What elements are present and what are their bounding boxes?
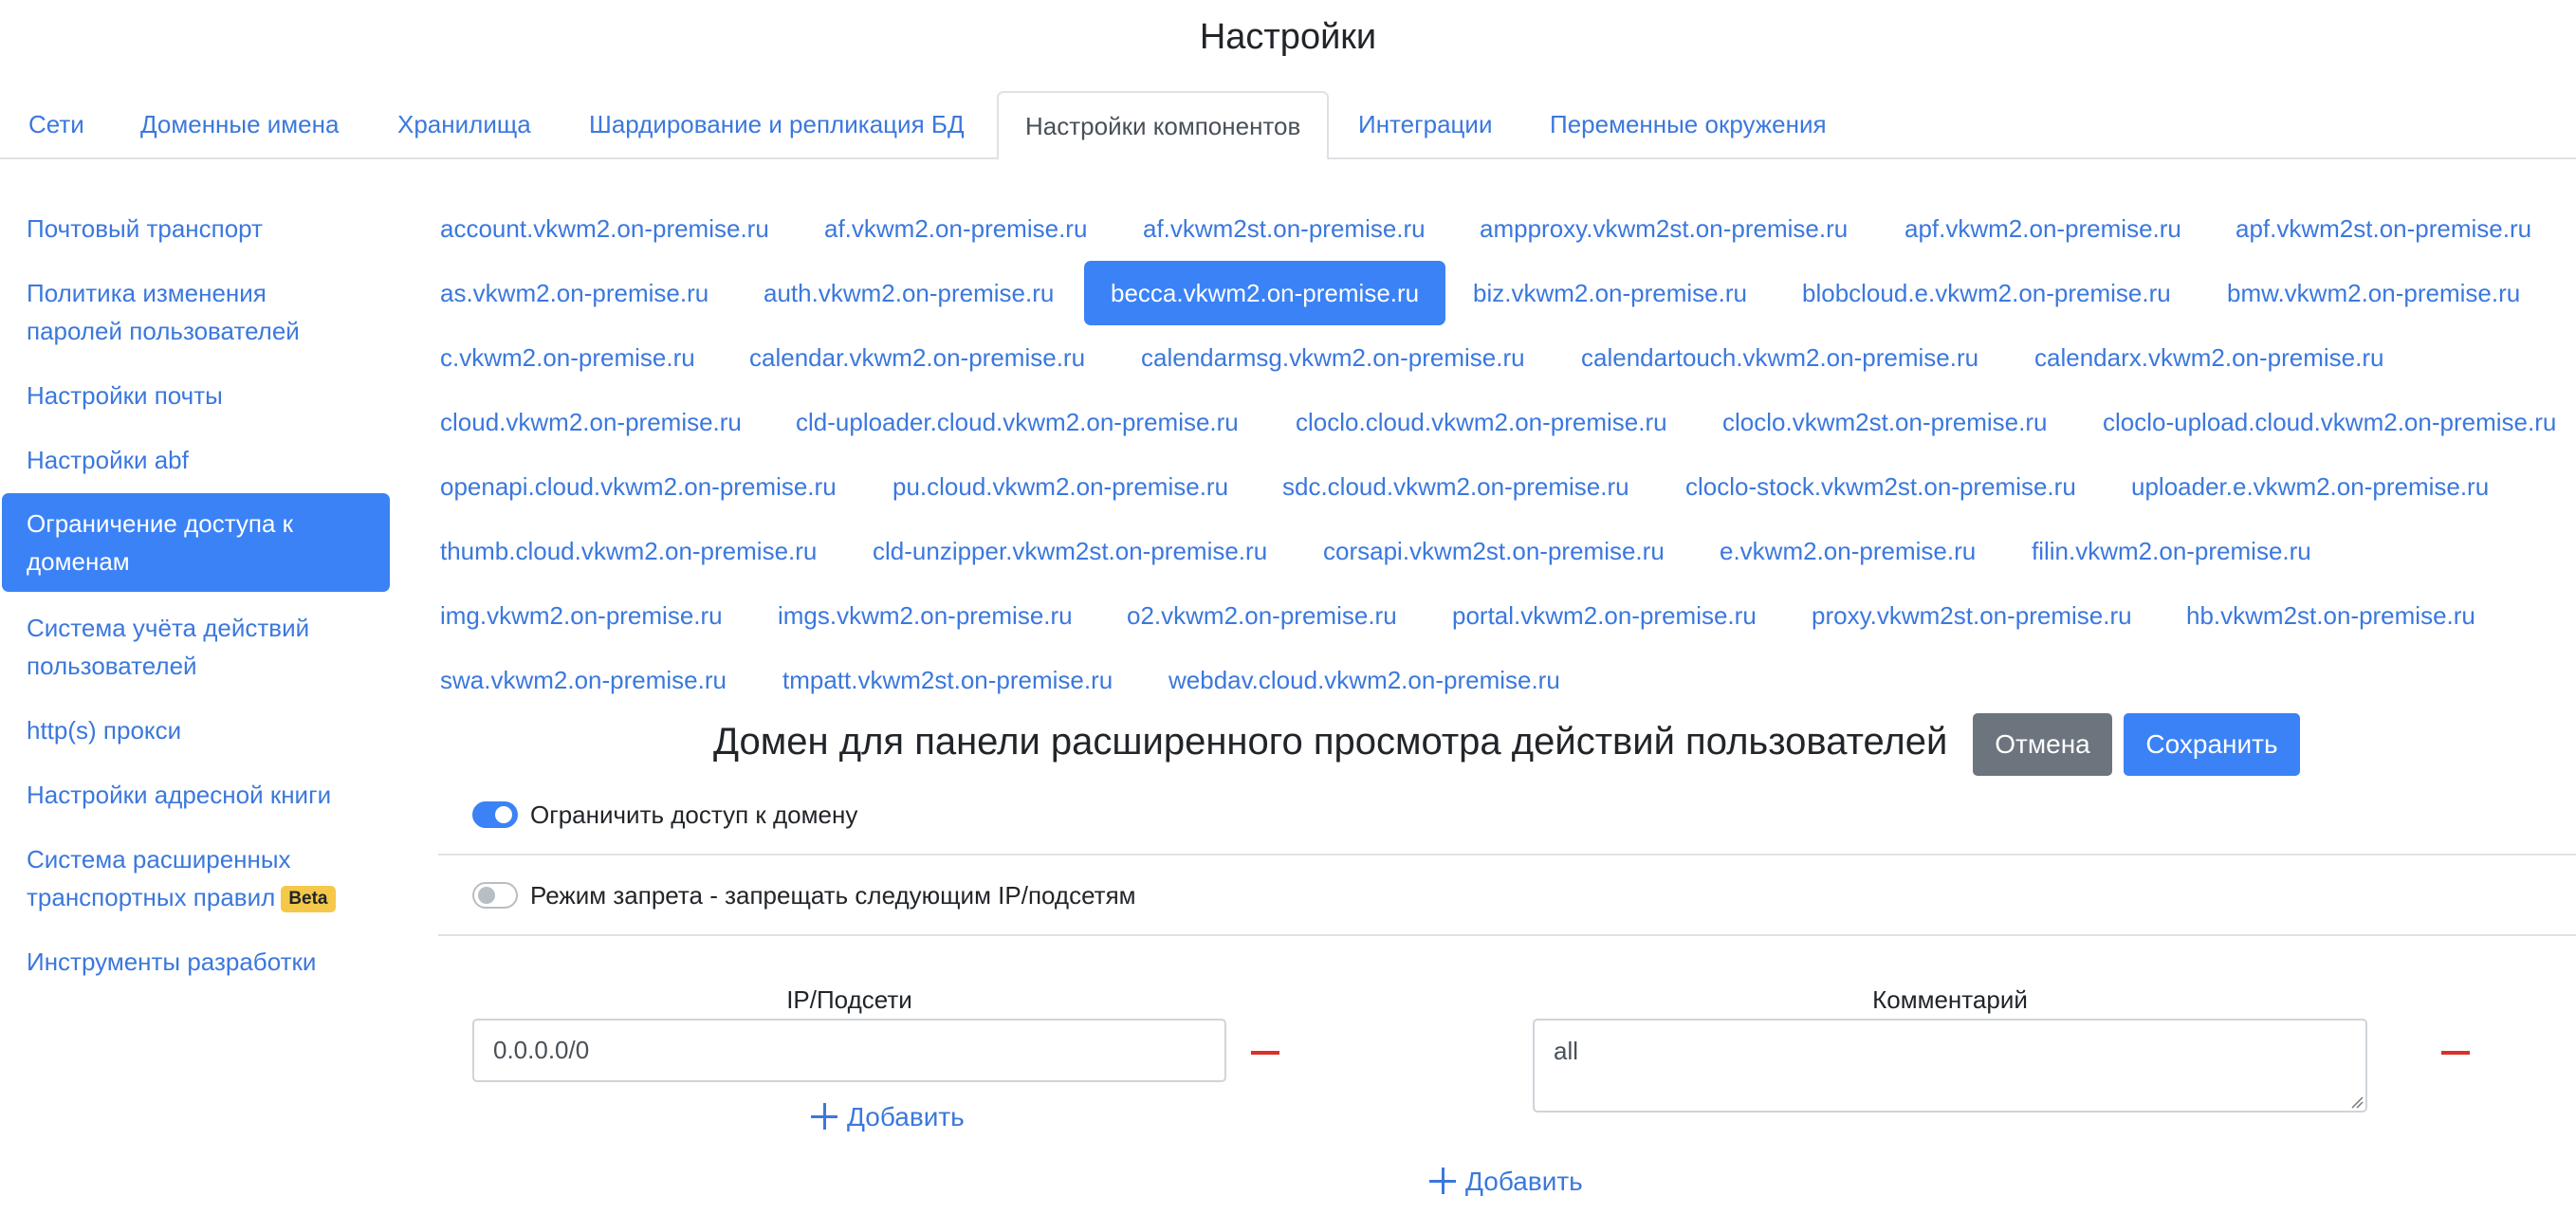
domain-link[interactable]: img.vkwm2.on-premise.ru <box>440 599 723 632</box>
plus-icon <box>1429 1168 1456 1194</box>
ip-column-header: IP/Подсети <box>786 985 912 1014</box>
plus-icon <box>811 1103 837 1130</box>
domain-link[interactable]: calendarmsg.vkwm2.on-premise.ru <box>1141 341 1525 374</box>
domain-link[interactable]: calendar.vkwm2.on-premise.ru <box>749 341 1085 374</box>
domain-settings-title: Домен для панели расширенного просмотра … <box>713 721 1948 763</box>
tab-environment-variables[interactable]: Переменные окружения <box>1550 91 1827 157</box>
tab-domain-names[interactable]: Доменные имена <box>140 91 339 157</box>
domain-link[interactable]: uploader.e.vkwm2.on-premise.ru <box>2131 470 2489 503</box>
domain-link[interactable]: ampproxy.vkwm2st.on-premise.ru <box>1480 212 1848 245</box>
domain-link[interactable]: swa.vkwm2.on-premise.ru <box>440 664 727 696</box>
domain-link[interactable]: openapi.cloud.vkwm2.on-premise.ru <box>440 470 837 503</box>
sidebar-item-dev-tools[interactable]: Инструменты разработки <box>2 943 390 981</box>
domain-link[interactable]: auth.vkwm2.on-premise.ru <box>764 277 1054 309</box>
domain-link[interactable]: hb.vkwm2st.on-premise.ru <box>2186 599 2475 632</box>
add-row-button[interactable]: Добавить <box>1429 1163 1583 1201</box>
add-ip-button[interactable]: Добавить <box>811 1098 965 1136</box>
domain-link[interactable]: cloud.vkwm2.on-premise.ru <box>440 406 742 438</box>
remove-comment-icon[interactable] <box>2441 1051 2470 1055</box>
domain-link[interactable]: af.vkwm2.on-premise.ru <box>824 212 1087 245</box>
cancel-button[interactable]: Отмена <box>1973 713 2112 776</box>
remove-ip-icon[interactable] <box>1251 1051 1279 1055</box>
restrict-access-toggle[interactable] <box>472 801 518 828</box>
domain-link-selected[interactable]: becca.vkwm2.on-premise.ru <box>1084 261 1446 325</box>
domain-link[interactable]: webdav.cloud.vkwm2.on-premise.ru <box>1168 664 1560 696</box>
sidebar-item-domain-access[interactable]: Ограничение доступа к доменам <box>2 493 390 592</box>
domain-link[interactable]: cloclo-stock.vkwm2st.on-premise.ru <box>1685 470 2076 503</box>
resize-grip-icon[interactable] <box>2350 1095 2364 1109</box>
tabs-bar: Сети Доменные имена Хранилища Шардирован… <box>0 91 2576 160</box>
sidebar-item-password-policy[interactable]: Политика изменения паролей пользователей <box>2 274 390 350</box>
restrict-access-row: Ограничить доступ к домену <box>438 776 2576 855</box>
tab-component-settings[interactable]: Настройки компонентов <box>997 91 1330 160</box>
domain-link[interactable]: calendarx.vkwm2.on-premise.ru <box>2034 341 2383 374</box>
domain-link[interactable]: bmw.vkwm2.on-premise.ru <box>2227 277 2520 309</box>
domain-link[interactable]: cloclo-upload.cloud.vkwm2.on-premise.ru <box>2103 406 2556 438</box>
domain-link[interactable]: cloclo.vkwm2st.on-premise.ru <box>1722 406 2047 438</box>
domain-link[interactable]: c.vkwm2.on-premise.ru <box>440 341 695 374</box>
domain-link[interactable]: filin.vkwm2.on-premise.ru <box>2032 535 2311 567</box>
domain-link[interactable]: blobcloud.e.vkwm2.on-premise.ru <box>1802 277 2171 309</box>
domain-link[interactable]: sdc.cloud.vkwm2.on-premise.ru <box>1282 470 1629 503</box>
deny-mode-row: Режим запрета - запрещать следующим IP/п… <box>438 856 2576 936</box>
sidebar-item-abf-settings[interactable]: Настройки abf <box>2 441 390 479</box>
sidebar-item-mail-transport[interactable]: Почтовый транспорт <box>2 210 390 248</box>
add-label: Добавить <box>847 1102 965 1131</box>
domain-link[interactable]: imgs.vkwm2.on-premise.ru <box>778 599 1073 632</box>
sidebar-item-mail-settings[interactable]: Настройки почты <box>2 377 390 414</box>
domain-link[interactable]: portal.vkwm2.on-premise.ru <box>1452 599 1757 632</box>
page-title: Настройки <box>1199 17 1377 57</box>
domain-link[interactable]: apf.vkwm2st.on-premise.ru <box>2236 212 2531 245</box>
domain-link[interactable]: proxy.vkwm2st.on-premise.ru <box>1812 599 2132 632</box>
toggle-knob <box>495 806 512 823</box>
domain-link[interactable]: apf.vkwm2.on-premise.ru <box>1904 212 2181 245</box>
domain-link[interactable]: af.vkwm2st.on-premise.ru <box>1143 212 1426 245</box>
restrict-access-label: Ограничить доступ к домену <box>530 800 858 829</box>
sidebar-item-http-proxy[interactable]: http(s) прокси <box>2 711 390 749</box>
add-label: Добавить <box>1465 1167 1583 1196</box>
domain-link[interactable]: cloclo.cloud.vkwm2.on-premise.ru <box>1296 406 1667 438</box>
domain-link[interactable]: as.vkwm2.on-premise.ru <box>440 277 708 309</box>
domain-link[interactable]: corsapi.vkwm2st.on-premise.ru <box>1323 535 1665 567</box>
beta-badge: Beta <box>281 886 336 913</box>
tab-sharding-replication[interactable]: Шардирование и репликация БД <box>589 91 965 157</box>
sidebar-item-address-book[interactable]: Настройки адресной книги <box>2 776 390 814</box>
comment-column-header: Комментарий <box>1872 985 2028 1014</box>
tab-integrations[interactable]: Интеграции <box>1358 91 1492 157</box>
domain-link[interactable]: e.vkwm2.on-premise.ru <box>1720 535 1976 567</box>
domain-link[interactable]: pu.cloud.vkwm2.on-premise.ru <box>892 470 1228 503</box>
sidebar-item-user-audit[interactable]: Система учёта действий пользователей <box>2 609 390 685</box>
domain-link[interactable]: cld-unzipper.vkwm2st.on-premise.ru <box>873 535 1267 567</box>
domain-link[interactable]: thumb.cloud.vkwm2.on-premise.ru <box>440 535 817 567</box>
domain-link[interactable]: biz.vkwm2.on-premise.ru <box>1473 277 1747 309</box>
tab-storages[interactable]: Хранилища <box>397 91 531 157</box>
sidebar-item-label: Система расширенных транспортных правил <box>27 845 291 911</box>
domain-link[interactable]: o2.vkwm2.on-premise.ru <box>1127 599 1397 632</box>
domain-link[interactable]: cld-uploader.cloud.vkwm2.on-premise.ru <box>796 406 1239 438</box>
ip-input[interactable] <box>472 1019 1226 1082</box>
domain-link[interactable]: account.vkwm2.on-premise.ru <box>440 212 769 245</box>
tab-networks[interactable]: Сети <box>28 91 84 157</box>
domain-link[interactable]: tmpatt.vkwm2st.on-premise.ru <box>782 664 1113 696</box>
deny-mode-toggle[interactable] <box>472 882 518 909</box>
sidebar-item-transport-rules[interactable]: Система расширенных транспортных правил B… <box>2 840 390 916</box>
comment-input[interactable]: all <box>1533 1019 2367 1113</box>
deny-mode-label: Режим запрета - запрещать следующим IP/п… <box>530 881 1136 910</box>
domain-link[interactable]: calendartouch.vkwm2.on-premise.ru <box>1581 341 1978 374</box>
toggle-knob <box>478 887 495 904</box>
save-button[interactable]: Сохранить <box>2124 713 2300 776</box>
